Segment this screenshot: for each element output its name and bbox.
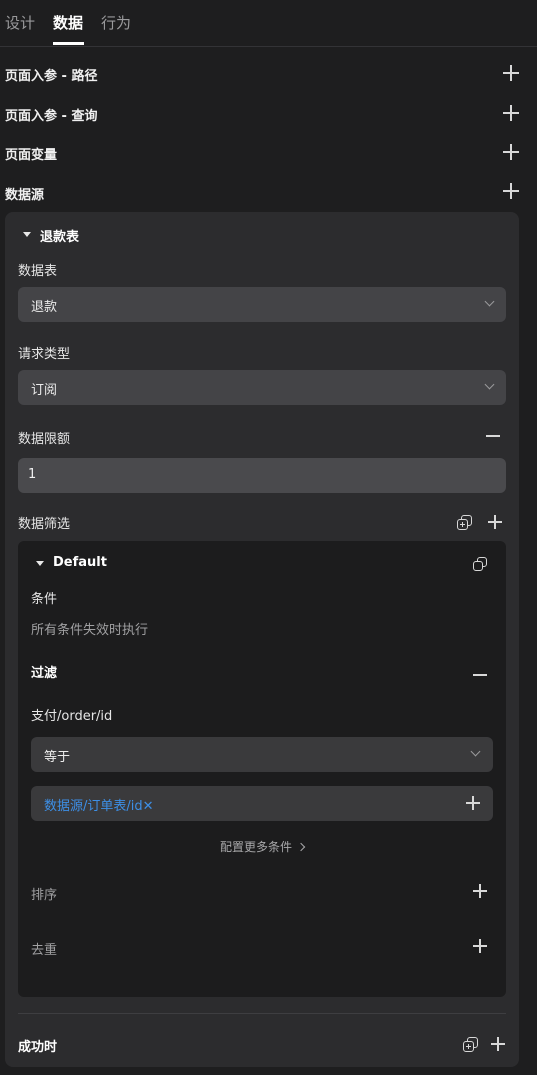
section-label: 页面入参 - 查询 (5, 109, 98, 124)
chevron-right-icon (296, 842, 306, 852)
table-select[interactable]: 退款 (18, 287, 506, 322)
chevron-down-icon (484, 296, 495, 307)
chevron-down-icon (470, 746, 481, 757)
minus-icon[interactable] (486, 429, 500, 443)
request-type-select[interactable]: 订阅 (18, 370, 506, 405)
datasource-title[interactable]: 退款表 (40, 226, 79, 245)
plus-icon[interactable] (503, 105, 519, 121)
field-path[interactable]: 支付/order/id (31, 705, 112, 724)
value-tag-text: 数据源/订单表/id (44, 799, 143, 814)
request-type-label: 请求类型 (18, 347, 71, 362)
limit-input[interactable]: 1 (18, 458, 506, 493)
filter-label: 数据筛选 (18, 517, 71, 532)
chevron-down-icon (484, 379, 495, 390)
request-type-value: 订阅 (31, 383, 58, 398)
copy-icon[interactable] (473, 557, 487, 571)
table-select-value: 退款 (31, 300, 58, 315)
plus-icon[interactable] (473, 939, 487, 953)
plus-icon[interactable] (503, 183, 519, 199)
on-success-label: 成功时 (18, 1040, 58, 1055)
limit-input-value: 1 (28, 467, 37, 482)
section-datasource: 数据源 (0, 179, 537, 207)
section-label: 页面入参 - 路径 (5, 69, 98, 84)
tab-behavior[interactable]: 行为 (101, 12, 131, 33)
section-label: 页面变量 (5, 148, 58, 163)
more-conditions-link[interactable]: 配置更多条件 (18, 838, 506, 855)
plus-icon[interactable] (503, 144, 519, 160)
table-label: 数据表 (18, 264, 58, 279)
active-tab-indicator (53, 42, 84, 45)
add-layer-icon[interactable] (463, 1037, 478, 1052)
filter-subsection-label: 过滤 (31, 666, 58, 681)
add-layer-icon[interactable] (457, 515, 472, 530)
filter-group-card: Default 条件 所有条件失效时执行 过滤 支付/order/id 等于 数… (18, 541, 506, 997)
caret-down-icon[interactable] (36, 561, 44, 566)
operator-value: 等于 (44, 750, 71, 765)
filter-group-title[interactable]: Default (53, 555, 107, 570)
minus-icon[interactable] (473, 668, 487, 682)
tab-design[interactable]: 设计 (5, 12, 35, 33)
value-tag[interactable]: 数据源/订单表/id✕ (44, 795, 154, 814)
condition-desc: 所有条件失效时执行 (31, 623, 149, 638)
plus-icon[interactable] (466, 796, 480, 810)
condition-label: 条件 (31, 592, 58, 607)
divider (18, 1013, 506, 1014)
close-icon[interactable]: ✕ (143, 799, 154, 814)
sort-label: 排序 (31, 888, 58, 903)
datasource-card: 退款表 数据表 退款 请求类型 订阅 数据限额 1 数据筛选 Default 条… (5, 212, 519, 1067)
caret-down-icon[interactable] (23, 232, 31, 237)
section-query-params: 页面入参 - 查询 (0, 100, 537, 128)
section-label: 数据源 (5, 188, 45, 203)
operator-select[interactable]: 等于 (31, 737, 493, 772)
dedupe-label: 去重 (31, 943, 58, 958)
tab-data[interactable]: 数据 (53, 12, 83, 33)
more-conditions-label: 配置更多条件 (219, 840, 292, 854)
plus-icon[interactable] (491, 1037, 505, 1051)
limit-label: 数据限额 (18, 432, 71, 447)
section-page-vars: 页面变量 (0, 139, 537, 167)
plus-icon[interactable] (503, 65, 519, 81)
section-path-params: 页面入参 - 路径 (0, 60, 537, 88)
plus-icon[interactable] (473, 884, 487, 898)
plus-icon[interactable] (488, 515, 502, 529)
tab-bar: 设计 数据 行为 (0, 0, 537, 47)
value-input[interactable]: 数据源/订单表/id✕ (31, 786, 493, 821)
